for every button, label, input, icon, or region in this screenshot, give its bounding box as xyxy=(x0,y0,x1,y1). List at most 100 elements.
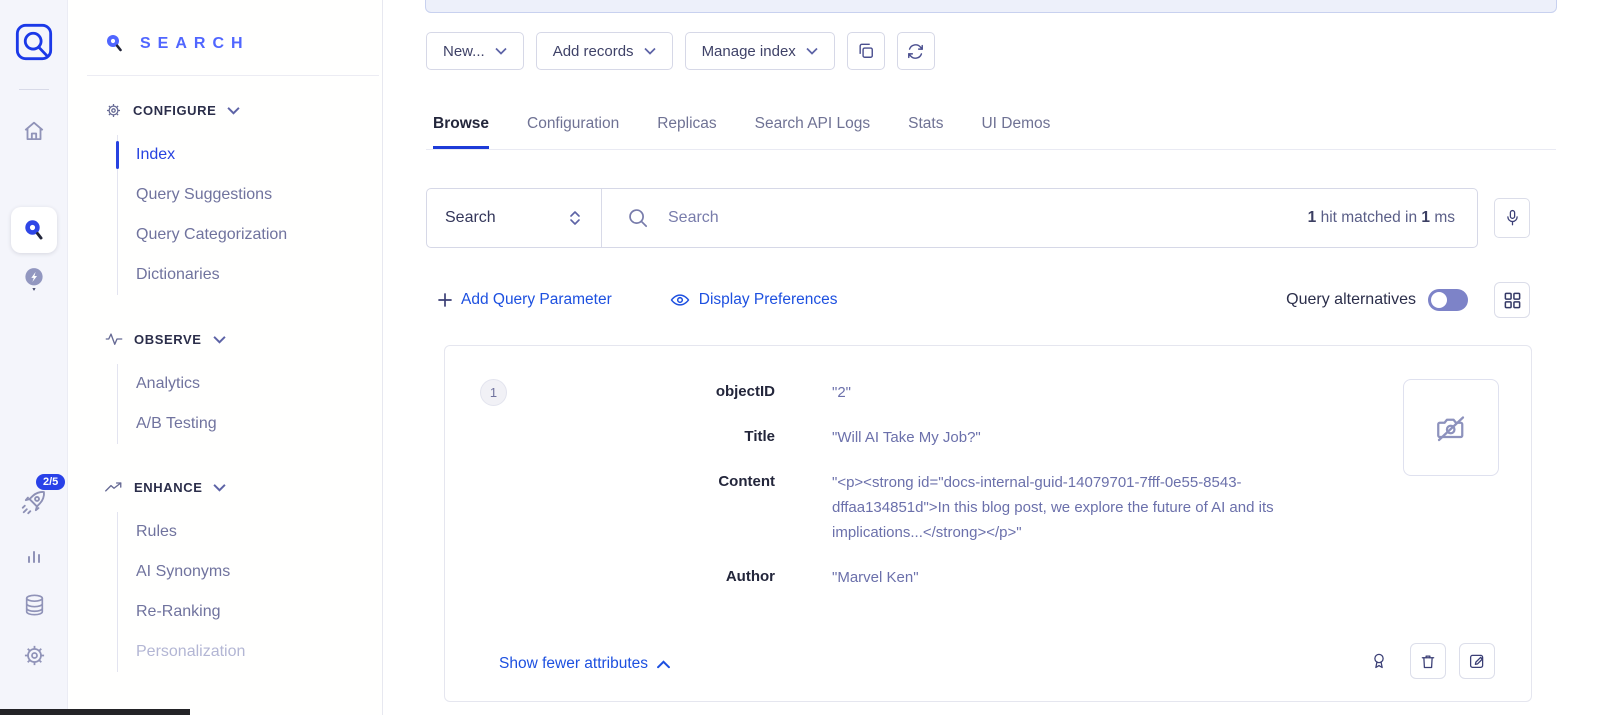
bottom-bar-artifact xyxy=(0,709,190,715)
tab-bar: Browse Configuration Replicas Search API… xyxy=(426,103,1556,150)
sidebar-item-analytics[interactable]: Analytics xyxy=(118,364,382,404)
edit-record-button[interactable] xyxy=(1459,643,1495,679)
enhance-list: Rules AI Synonyms Re-Ranking Personaliza… xyxy=(117,512,382,672)
chevron-down-icon xyxy=(806,47,818,55)
add-query-parameter-label: Add Query Parameter xyxy=(461,291,612,309)
layout-grid-button[interactable] xyxy=(1494,282,1530,318)
sidebar-title: SEARCH xyxy=(140,35,250,53)
section-observe-label: OBSERVE xyxy=(134,332,202,347)
recommend-icon[interactable] xyxy=(0,266,68,294)
rail-divider xyxy=(19,89,49,90)
gear-icon xyxy=(105,102,122,119)
tab-browse[interactable]: Browse xyxy=(433,103,489,149)
attribute-key: Content xyxy=(445,470,775,545)
configure-list: Index Query Suggestions Query Categoriza… xyxy=(117,135,382,295)
attribute-row-content: Content "<p><strong id="docs-internal-gu… xyxy=(445,470,1531,545)
copy-icon xyxy=(856,41,876,61)
award-ribbon-icon xyxy=(1370,651,1388,672)
tab-replicas[interactable]: Replicas xyxy=(657,103,716,149)
ranking-info-button[interactable] xyxy=(1361,643,1397,679)
microphone-icon xyxy=(1504,208,1521,228)
hits-unit: ms xyxy=(1434,209,1455,226)
sidebar-item-ai-synonyms[interactable]: AI Synonyms xyxy=(118,552,382,592)
sidebar-item-query-suggestions[interactable]: Query Suggestions xyxy=(118,175,382,215)
edit-icon xyxy=(1468,652,1486,670)
refresh-button[interactable] xyxy=(897,32,935,70)
search-magnifier-icon xyxy=(105,34,124,53)
attribute-row-title: Title "Will AI Take My Job?" xyxy=(445,425,1531,450)
toggle-knob xyxy=(1431,292,1447,308)
new-button-label: New... xyxy=(443,43,485,60)
rocket-icon[interactable] xyxy=(0,488,68,516)
index-toolbar: New... Add records Manage index xyxy=(426,32,935,70)
display-preferences-link[interactable]: Display Preferences xyxy=(670,291,838,309)
tab-configuration[interactable]: Configuration xyxy=(527,103,619,149)
refresh-icon xyxy=(906,42,925,61)
attribute-key: Author xyxy=(445,565,775,590)
section-enhance[interactable]: ENHANCE xyxy=(69,475,382,499)
new-button[interactable]: New... xyxy=(426,32,524,70)
chevron-down-icon xyxy=(213,335,226,344)
section-observe[interactable]: OBSERVE xyxy=(69,327,382,351)
image-placeholder xyxy=(1403,379,1499,476)
voice-search-button[interactable] xyxy=(1494,198,1530,238)
sidebar-item-query-categorization[interactable]: Query Categorization xyxy=(118,215,382,255)
search-input[interactable] xyxy=(668,209,1290,227)
search-icon xyxy=(627,207,650,230)
section-enhance-label: ENHANCE xyxy=(134,480,202,495)
database-icon[interactable] xyxy=(0,592,68,618)
eye-icon xyxy=(670,292,690,308)
sidebar-divider xyxy=(87,75,379,76)
camera-off-icon xyxy=(1433,410,1469,446)
attribute-value: "<p><strong id="docs-internal-guid-14079… xyxy=(832,470,1355,545)
tab-search-api-logs[interactable]: Search API Logs xyxy=(755,103,870,149)
add-records-button[interactable]: Add records xyxy=(536,32,673,70)
query-alternatives-toggle[interactable] xyxy=(1428,289,1468,311)
chevron-down-icon xyxy=(227,106,240,115)
record-rank-badge: 1 xyxy=(480,379,507,406)
query-controls-row: Add Query Parameter Display Preferences … xyxy=(438,286,1530,314)
tab-stats[interactable]: Stats xyxy=(908,103,943,149)
activity-icon xyxy=(105,332,123,346)
sidebar: SEARCH CONFIGURE Index Query Suggestions… xyxy=(69,0,383,715)
sidebar-item-rules[interactable]: Rules xyxy=(118,512,382,552)
copy-index-button[interactable] xyxy=(847,32,885,70)
rail-item-search-active[interactable] xyxy=(11,207,57,253)
sidebar-item-index[interactable]: Index xyxy=(118,135,382,175)
show-fewer-attributes-link[interactable]: Show fewer attributes xyxy=(499,655,670,673)
query-alternatives-label: Query alternatives xyxy=(1286,291,1416,309)
grid-icon xyxy=(1503,291,1522,310)
sidebar-item-personalization[interactable]: Personalization xyxy=(118,632,382,672)
delete-record-button[interactable] xyxy=(1410,643,1446,679)
trending-up-icon xyxy=(105,481,123,494)
analytics-bars-icon[interactable] xyxy=(0,544,68,568)
sidebar-item-re-ranking[interactable]: Re-Ranking xyxy=(118,592,382,632)
attribute-key: Title xyxy=(445,425,775,450)
attribute-row-objectid: objectID "2" xyxy=(445,380,1531,405)
usage-badge: 2/5 xyxy=(36,474,65,490)
observe-list: Analytics A/B Testing xyxy=(117,364,382,444)
show-fewer-attributes-label: Show fewer attributes xyxy=(499,655,648,673)
add-records-label: Add records xyxy=(553,43,634,60)
sort-chevrons-icon xyxy=(567,209,583,227)
manage-index-button[interactable]: Manage index xyxy=(685,32,835,70)
tab-ui-demos[interactable]: UI Demos xyxy=(981,103,1050,149)
chevron-down-icon xyxy=(213,483,226,492)
top-banner-remnant xyxy=(425,0,1557,13)
home-icon[interactable] xyxy=(0,118,68,144)
attribute-row-author: Author "Marvel Ken" xyxy=(445,565,1531,590)
settings-gear-icon[interactable] xyxy=(0,643,68,668)
search-type-selector[interactable]: Search xyxy=(427,189,602,247)
search-type-value: Search xyxy=(445,209,496,227)
chevron-down-icon xyxy=(495,47,507,55)
hits-time: 1 xyxy=(1421,209,1430,226)
chevron-down-icon xyxy=(644,47,656,55)
algolia-logo[interactable] xyxy=(14,22,54,67)
sidebar-header: SEARCH xyxy=(69,0,382,53)
sidebar-item-ab-testing[interactable]: A/B Testing xyxy=(118,404,382,444)
section-configure[interactable]: CONFIGURE xyxy=(69,98,382,122)
record-card: 1 objectID "2" Title "Will AI Take My Jo… xyxy=(444,345,1532,702)
add-query-parameter-link[interactable]: Add Query Parameter xyxy=(438,291,612,309)
sidebar-item-dictionaries[interactable]: Dictionaries xyxy=(118,255,382,295)
hits-status: 1 hit matched in 1 ms xyxy=(1308,209,1459,227)
